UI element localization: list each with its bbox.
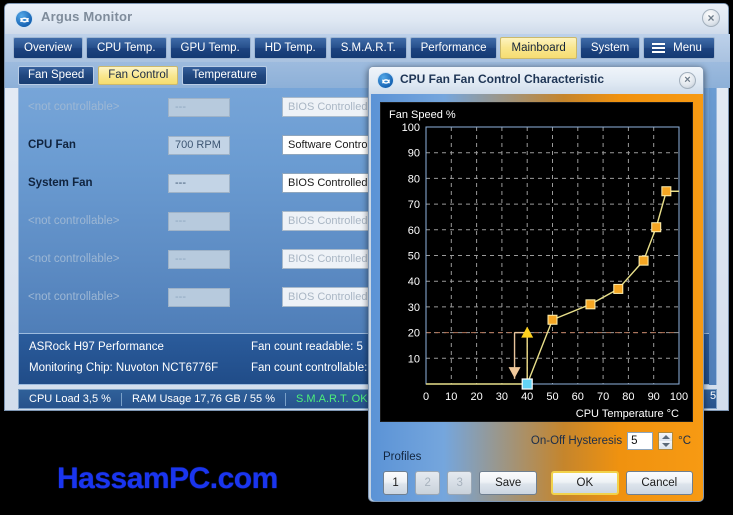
fan-name-label: <not controllable> — [28, 253, 120, 265]
svg-text:30: 30 — [496, 391, 508, 403]
svg-text:CPU Temperature °C: CPU Temperature °C — [576, 408, 679, 420]
page-title: Argus Monitor — [41, 9, 133, 24]
subtab-fan-speed[interactable]: Fan Speed — [18, 65, 95, 85]
screen-root: Argus Monitor × Overview CPU Temp. GPU T… — [0, 0, 733, 515]
svg-text:60: 60 — [572, 391, 584, 403]
fan-mode-value: BIOS Controlled — [288, 177, 368, 189]
hysteresis-unit-label: °C — [678, 435, 691, 447]
fan-name-label: <not controllable> — [28, 291, 120, 303]
profiles-label: Profiles — [383, 451, 422, 463]
fan-mode-value: BIOS Controlled — [288, 101, 368, 113]
svg-text:80: 80 — [408, 173, 420, 185]
save-button[interactable]: Save — [479, 471, 538, 495]
svg-text:10: 10 — [408, 353, 420, 365]
cancel-button[interactable]: Cancel — [625, 471, 693, 495]
profile-2-button: 2 — [415, 471, 441, 495]
svg-text:Fan Speed %: Fan Speed % — [389, 109, 456, 121]
hysteresis-control: On-Off Hysteresis 5 °C — [531, 432, 691, 450]
svg-text:80: 80 — [622, 391, 634, 403]
fan-mode-value: BIOS Controlled — [288, 215, 368, 227]
fan-curve-chart[interactable]: Fan Speed % 0 10 20 30 40 50 60 70 80 90 100 10 20 30 4… — [380, 102, 693, 422]
hysteresis-input[interactable]: 5 — [627, 432, 654, 450]
tab-menu-label: Menu — [673, 42, 702, 54]
fan-rpm-field: --- — [168, 173, 230, 193]
close-icon[interactable]: × — [679, 72, 696, 89]
close-icon[interactable]: × — [702, 9, 720, 27]
tab-menu[interactable]: Menu — [643, 37, 715, 59]
stepper-down-icon[interactable] — [659, 441, 673, 449]
svg-text:40: 40 — [521, 391, 533, 403]
svg-text:100: 100 — [670, 391, 688, 403]
fan-curve-svg[interactable]: Fan Speed % 0 10 20 30 40 50 60 70 80 90 100 10 20 30 4… — [381, 103, 694, 423]
cpu-load-status: CPU Load 3,5 % — [29, 393, 111, 405]
main-tab-bar: Overview CPU Temp. GPU Temp. HD Temp. S.… — [5, 34, 730, 62]
tab-mainboard[interactable]: Mainboard — [500, 37, 577, 59]
fan-count-controllable: Fan count controllable: 2 — [251, 362, 377, 374]
dialog-button-row: 1 2 3 Save OK Cancel — [383, 470, 693, 496]
tab-smart[interactable]: S.M.A.R.T. — [329, 37, 407, 59]
svg-text:60: 60 — [408, 225, 420, 237]
argus-logo-icon — [15, 10, 33, 28]
profile-3-button: 3 — [447, 471, 473, 495]
svg-text:0: 0 — [423, 391, 429, 403]
subtab-fan-control[interactable]: Fan Control — [98, 65, 179, 85]
monitoring-chip-name: Monitoring Chip: Nuvoton NCT6776F — [29, 362, 219, 374]
fan-mode-value: BIOS Controlled — [288, 253, 368, 265]
argus-logo-icon — [377, 72, 394, 89]
ram-usage-status: RAM Usage 17,76 GB / 55 % — [131, 393, 276, 405]
svg-text:50: 50 — [546, 391, 558, 403]
svg-text:100: 100 — [402, 122, 420, 134]
fan-mode-value: BIOS Controlled — [288, 291, 368, 303]
watermark-text: HassamPC.com — [57, 462, 278, 495]
dialog-body: Fan Speed % 0 10 20 30 40 50 60 70 80 90 100 10 20 30 4… — [371, 94, 703, 501]
fan-control-characteristic-dialog: CPU Fan Fan Control Characteristic × Fan… — [368, 66, 704, 502]
hysteresis-stepper[interactable] — [658, 432, 674, 450]
svg-text:70: 70 — [597, 391, 609, 403]
fan-rpm-field: --- — [168, 97, 230, 117]
occluded-panel-edge — [709, 88, 717, 385]
motherboard-name: ASRock H97 Performance — [29, 341, 164, 353]
svg-text:70: 70 — [408, 199, 420, 211]
smart-status-badge: S.M.A.R.T. OK — [296, 393, 368, 405]
tab-cpu-temp[interactable]: CPU Temp. — [85, 37, 167, 59]
svg-text:50: 50 — [408, 251, 420, 263]
svg-text:90: 90 — [408, 148, 420, 160]
fan-rpm-field: --- — [168, 287, 230, 307]
fan-name-label: CPU Fan — [28, 139, 76, 151]
svg-text:20: 20 — [408, 328, 420, 340]
fan-name-label: System Fan — [28, 177, 93, 189]
tab-system[interactable]: System — [579, 37, 641, 59]
svg-text:20: 20 — [470, 391, 482, 403]
fan-name-label: <not controllable> — [28, 101, 120, 113]
fan-rpm-field: --- — [168, 211, 230, 231]
hysteresis-label: On-Off Hysteresis — [530, 435, 623, 447]
subtab-temperature[interactable]: Temperature — [182, 65, 267, 85]
svg-text:40: 40 — [408, 276, 420, 288]
fan-rpm-field: 700 RPM — [168, 135, 230, 155]
hamburger-icon — [652, 41, 666, 55]
dialog-title: CPU Fan Fan Control Characteristic — [400, 72, 605, 86]
dialog-title-bar: CPU Fan Fan Control Characteristic × — [369, 67, 703, 94]
tab-overview[interactable]: Overview — [13, 37, 83, 59]
tab-gpu-temp[interactable]: GPU Temp. — [169, 37, 251, 59]
fan-name-label: <not controllable> — [28, 215, 120, 227]
occluded-status-value: 5 — [710, 390, 717, 402]
fan-count-readable: Fan count readable: 5 — [251, 341, 363, 353]
tab-hd-temp[interactable]: HD Temp. — [253, 37, 327, 59]
ok-button[interactable]: OK — [551, 471, 619, 495]
svg-text:30: 30 — [408, 302, 420, 314]
window-title-bar: Argus Monitor × — [5, 4, 728, 34]
stepper-up-icon[interactable] — [659, 433, 673, 441]
svg-text:90: 90 — [648, 391, 660, 403]
tab-performance[interactable]: Performance — [409, 37, 498, 59]
svg-text:10: 10 — [445, 391, 457, 403]
fan-rpm-field: --- — [168, 249, 230, 269]
profile-1-button[interactable]: 1 — [383, 471, 409, 495]
